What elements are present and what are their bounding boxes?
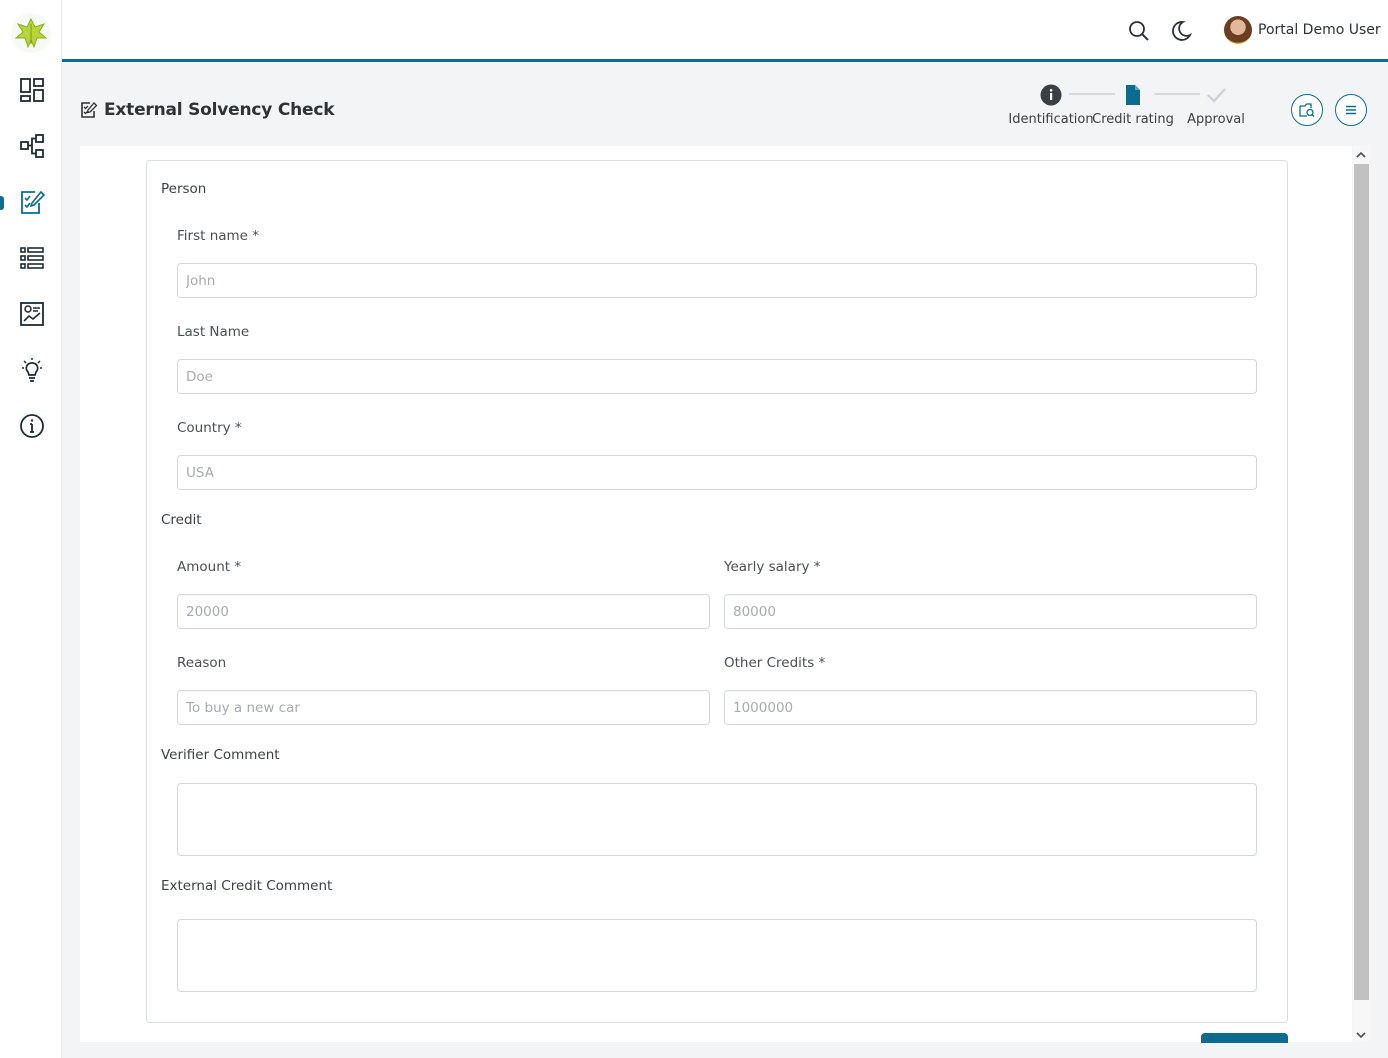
country-label: Country *: [177, 420, 242, 436]
statistics-icon: [20, 302, 44, 326]
theme-toggle-button[interactable]: [1170, 20, 1192, 42]
menu-button[interactable]: [1335, 94, 1367, 126]
idea-icon: [22, 358, 42, 382]
scrollbar-thumb[interactable]: [1354, 164, 1369, 1000]
nav-ideas[interactable]: [16, 354, 48, 386]
avatar: [1224, 16, 1252, 44]
nav-tasks[interactable]: [16, 186, 48, 218]
nav-processes[interactable]: [16, 130, 48, 162]
reason-input[interactable]: [177, 690, 710, 725]
section-title-external-credit-comment: External Credit Comment: [161, 878, 333, 894]
info-icon: [20, 414, 44, 438]
last-name-label: Last Name: [177, 324, 250, 340]
section-title-person: Person: [161, 181, 207, 197]
nav-cases[interactable]: [16, 242, 48, 274]
step-label: Identification: [1008, 112, 1094, 127]
dashboard-icon: [20, 78, 44, 102]
user-menu[interactable]: Portal Demo User: [1224, 15, 1381, 45]
reason-label: Reason: [177, 655, 227, 671]
nav-statistics[interactable]: [16, 298, 48, 330]
submit-button[interactable]: [1201, 1033, 1288, 1043]
case-details-icon: [1299, 103, 1315, 117]
form-card: Person First name * Last Name Country * …: [146, 160, 1288, 1023]
last-name-input[interactable]: [177, 359, 1257, 394]
page-title: External Solvency Check: [80, 100, 335, 120]
section-title-verifier-comment: Verifier Comment: [161, 747, 280, 763]
top-bar: Portal Demo User: [62, 0, 1388, 62]
country-input[interactable]: [177, 455, 1257, 490]
active-nav-indicator: [0, 196, 4, 210]
yearly-salary-label: Yearly salary *: [724, 559, 821, 575]
external-credit-comment-textarea[interactable]: [177, 919, 1257, 992]
nav-dashboard[interactable]: [16, 74, 48, 106]
hamburger-menu-icon: [1346, 105, 1356, 115]
scroll-up-arrow-icon[interactable]: [1356, 150, 1366, 160]
document-icon: [1126, 85, 1140, 105]
first-name-input[interactable]: [177, 263, 1257, 298]
step-approval[interactable]: Approval: [1183, 84, 1249, 127]
search-button[interactable]: [1128, 20, 1150, 42]
process-stepper: Identification Credit rating Approval: [1005, 84, 1250, 128]
section-title-credit: Credit: [161, 512, 202, 528]
info-icon: [1040, 84, 1062, 106]
app-logo[interactable]: [11, 13, 51, 53]
other-credits-label: Other Credits *: [724, 655, 826, 671]
step-label: Credit rating: [1092, 112, 1174, 127]
yearly-salary-input[interactable]: [724, 594, 1257, 629]
other-credits-input[interactable]: [724, 690, 1257, 725]
first-name-label: First name *: [177, 228, 260, 244]
case-details-button[interactable]: [1291, 94, 1323, 126]
process-icon: [20, 134, 44, 158]
user-name: Portal Demo User: [1258, 22, 1381, 38]
nav-info[interactable]: [16, 410, 48, 442]
sidebar: [0, 0, 62, 1058]
step-credit-rating[interactable]: Credit rating: [1092, 84, 1174, 127]
task-icon: [81, 102, 98, 118]
content-scrollbar[interactable]: [1353, 146, 1369, 1042]
task-icon: [21, 190, 45, 214]
step-label: Approval: [1187, 112, 1245, 127]
amount-label: Amount *: [177, 559, 242, 575]
page-title-text: External Solvency Check: [104, 100, 335, 120]
scroll-down-arrow-icon[interactable]: [1356, 1030, 1366, 1040]
dark-mode-icon: [1172, 21, 1192, 41]
verifier-comment-textarea[interactable]: [177, 783, 1257, 856]
check-icon: [1207, 88, 1226, 103]
search-icon: [1129, 21, 1149, 41]
amount-input[interactable]: [177, 594, 710, 629]
step-identification[interactable]: Identification: [1008, 84, 1094, 127]
leaf-logo-icon: [14, 17, 48, 49]
case-list-icon: [20, 247, 44, 269]
